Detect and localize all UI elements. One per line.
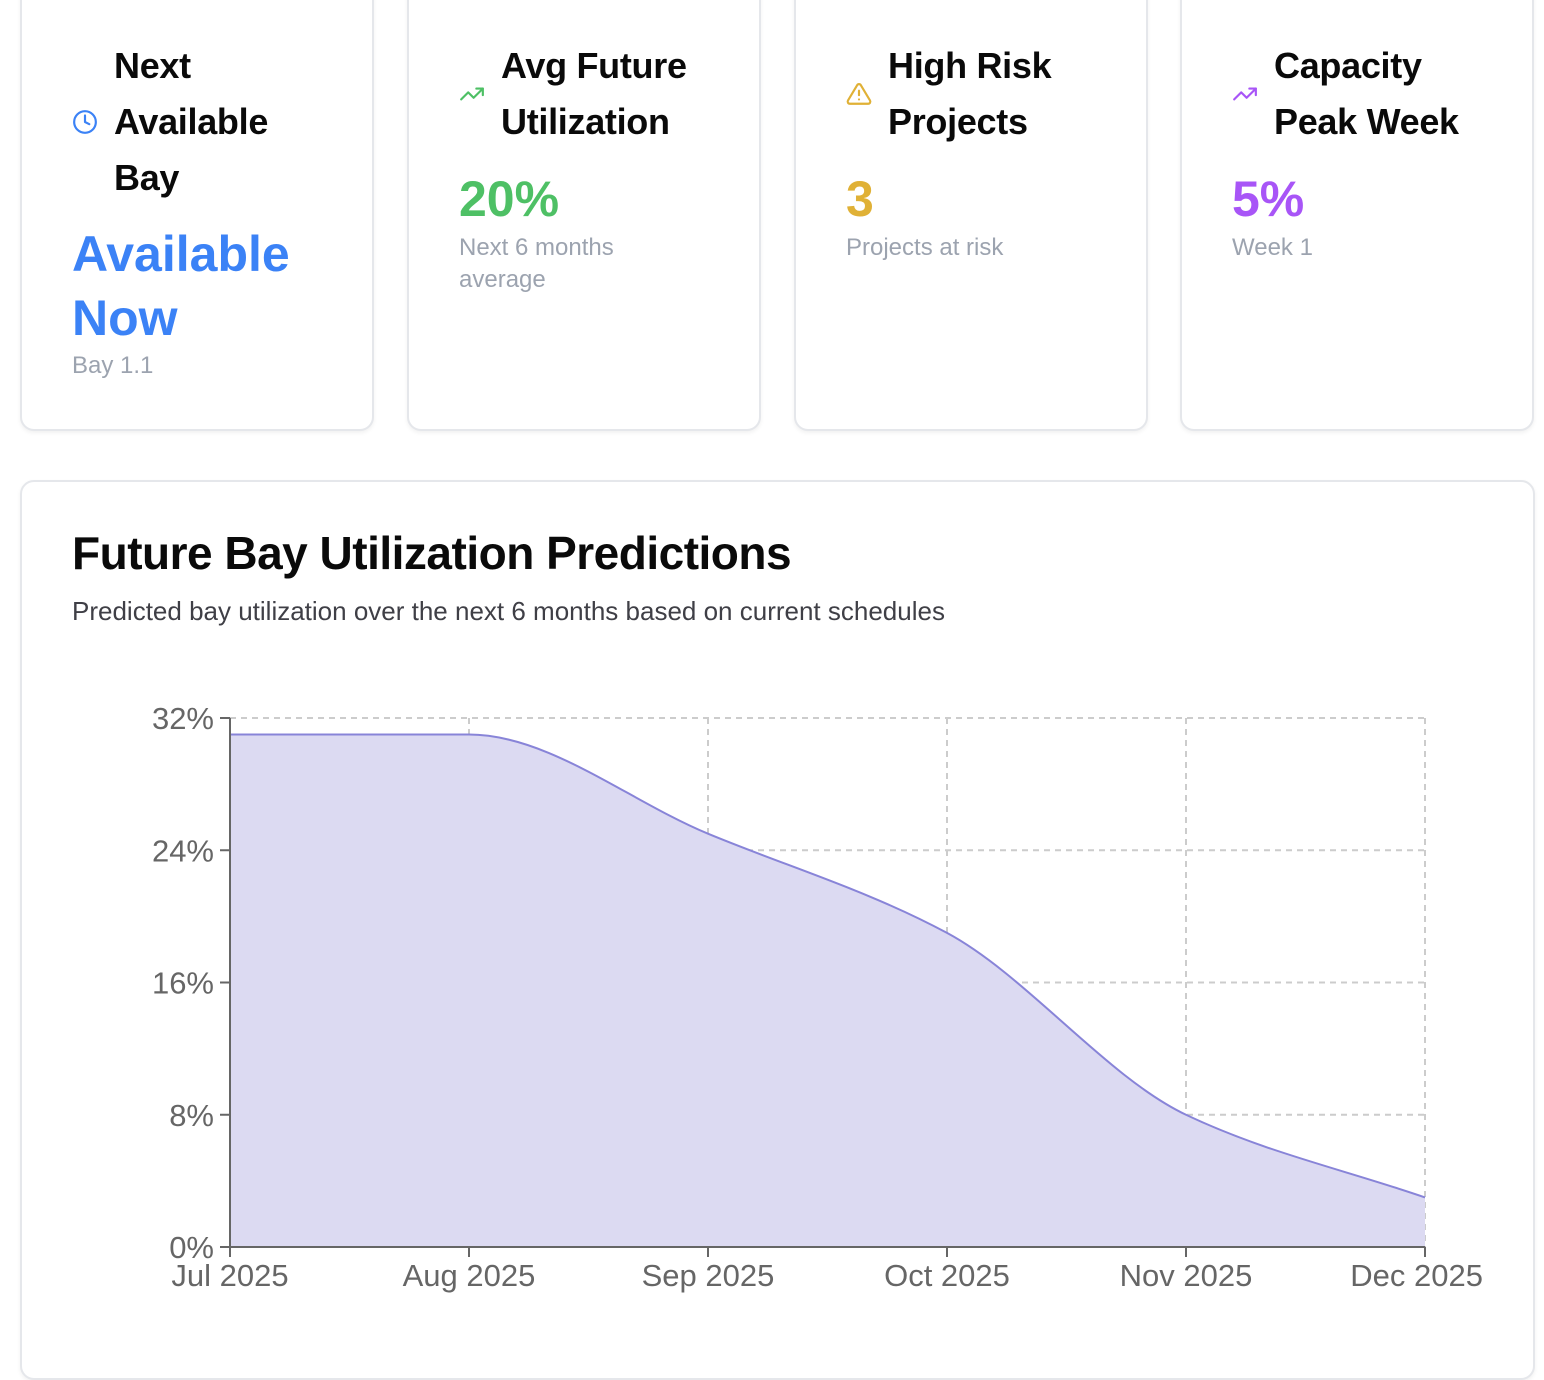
- x-tick-label: Oct 2025: [884, 1258, 1010, 1293]
- x-tick-label: Nov 2025: [1120, 1258, 1253, 1293]
- area-fill: [230, 734, 1425, 1247]
- stat-header: Avg Future Utilization: [459, 38, 711, 150]
- stat-card-high-risk-projects: High Risk Projects 3 Projects at risk: [794, 0, 1148, 431]
- stat-card-avg-future-utilization: Avg Future Utilization 20% Next 6 months…: [407, 0, 761, 431]
- x-tick-label: Dec 2025: [1350, 1258, 1483, 1293]
- stat-header: Capacity Peak Week: [1232, 38, 1484, 150]
- y-tick-label: 32%: [152, 701, 214, 736]
- stat-card-capacity-peak-week: Capacity Peak Week 5% Week 1: [1180, 0, 1534, 431]
- trending-up-icon: [459, 81, 485, 107]
- stat-card-next-available-bay: Next Available Bay Available Now Bay 1.1: [20, 0, 374, 431]
- stat-subtext: Week 1: [1232, 234, 1313, 261]
- stat-value: 5%: [1232, 171, 1305, 227]
- stat-title: Avg Future Utilization: [501, 45, 687, 142]
- stat-value: Available Now: [72, 226, 290, 346]
- stat-header: Next Available Bay: [72, 38, 324, 206]
- utilization-area-chart: 0%8%16%24%32%Jul 2025 Aug 2025 Sep 2025 Oct…: [152, 701, 1483, 1293]
- x-tick-label: Jul 2025: [171, 1258, 288, 1293]
- clock-icon: [72, 109, 98, 135]
- stat-title: High Risk Projects: [888, 45, 1052, 142]
- trending-up-icon: [1232, 81, 1258, 107]
- utilization-chart-card: Future Bay Utilization Predictions Predi…: [20, 480, 1535, 1380]
- alert-triangle-icon: [846, 81, 872, 107]
- stat-subtext: Bay 1.1: [72, 352, 154, 379]
- x-tick-label: Sep 2025: [642, 1258, 775, 1293]
- stat-title: Capacity Peak Week: [1274, 45, 1459, 142]
- y-tick-label: 16%: [152, 966, 214, 1001]
- y-tick-label: 8%: [169, 1098, 214, 1133]
- stat-subtext: Next 6 months average: [459, 234, 614, 293]
- stat-value: 20%: [459, 171, 560, 227]
- stat-value: 3: [846, 171, 874, 227]
- stat-subtext: Projects at risk: [846, 234, 1004, 261]
- stat-header: High Risk Projects: [846, 38, 1098, 150]
- x-tick-label: Aug 2025: [403, 1258, 536, 1293]
- y-tick-label: 24%: [152, 833, 214, 868]
- stat-title: Next Available Bay: [114, 45, 269, 198]
